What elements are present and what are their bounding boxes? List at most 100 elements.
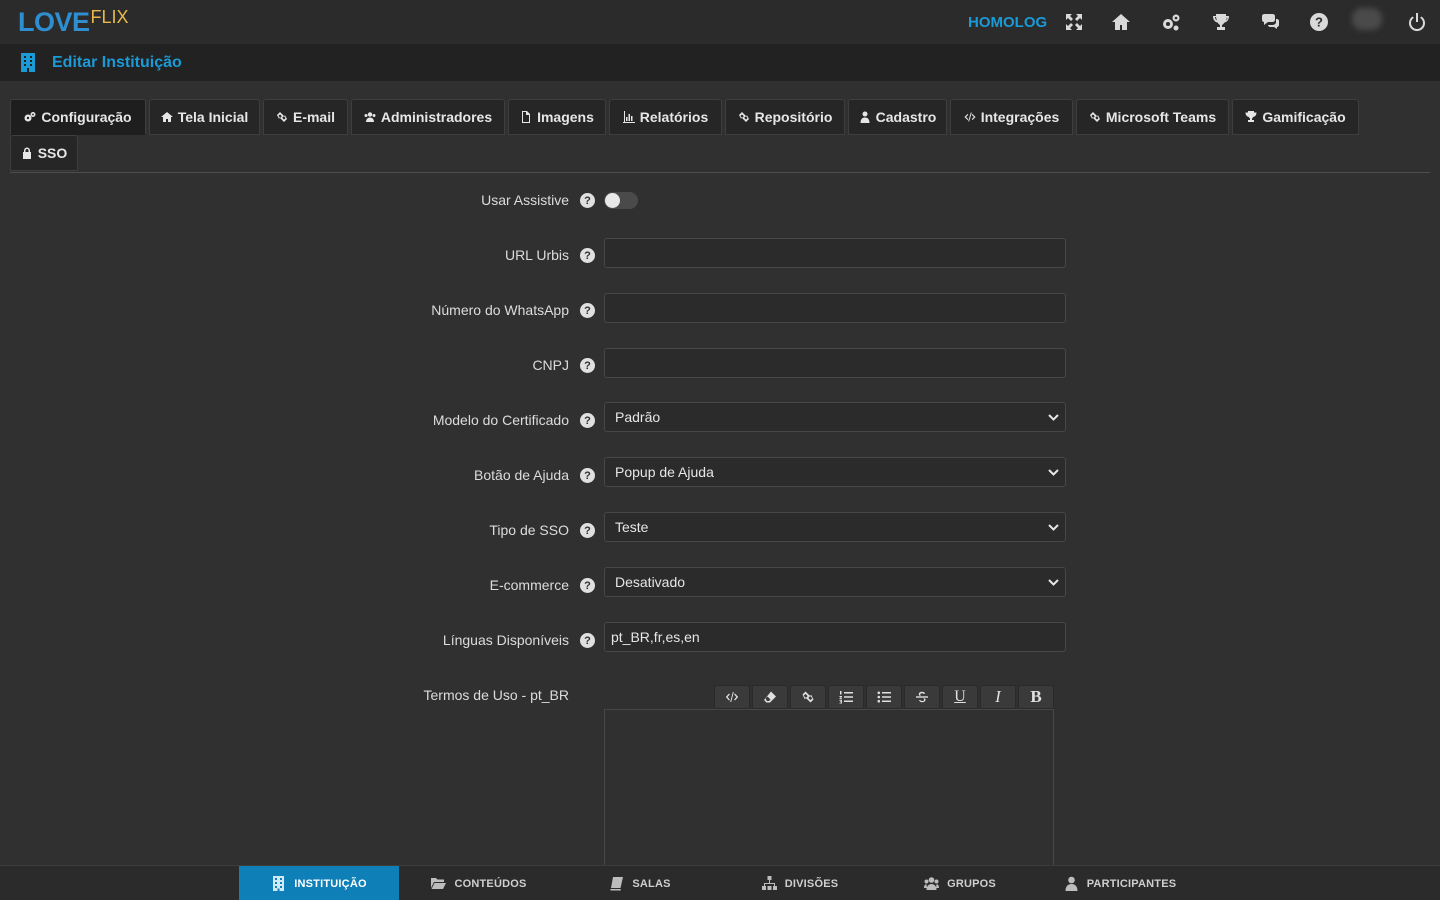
cnpj-label: CNPJ <box>532 357 569 373</box>
strikethrough-icon <box>916 691 928 703</box>
book-icon <box>610 877 624 891</box>
tab-tela-inicial[interactable]: Tela Inicial <box>149 99 260 135</box>
underline-icon: U <box>954 688 966 705</box>
code-icon <box>725 692 739 702</box>
nav-participantes[interactable]: PARTICIPANTES <box>1040 866 1200 900</box>
user-icon <box>860 111 870 123</box>
help-icon[interactable]: ? <box>580 303 595 318</box>
tab-relatorios[interactable]: Relatórios <box>609 99 722 135</box>
tab-label: Gamificação <box>1262 109 1346 125</box>
whatsapp-input[interactable] <box>604 293 1066 323</box>
nav-instituicao[interactable]: INSTITUIÇÃO <box>239 866 399 900</box>
code-icon <box>964 112 976 122</box>
logo-love: LOVE <box>18 7 90 37</box>
nav-salas[interactable]: SALAS <box>560 866 720 900</box>
trophy-icon[interactable] <box>1209 10 1233 34</box>
tab-label: Microsoft Teams <box>1105 109 1217 125</box>
usar-assistive-toggle[interactable] <box>604 192 638 209</box>
page-title: Editar Instituição <box>52 54 182 71</box>
tab-microsoft-teams[interactable]: Microsoft Teams <box>1076 99 1229 135</box>
help-icon[interactable]: ? <box>580 633 595 648</box>
nav-label: DIVISÕES <box>784 877 839 890</box>
sitemap-icon <box>761 876 777 890</box>
nav-label: GRUPOS <box>947 877 996 890</box>
modelo-certificado-select[interactable]: Padrão <box>604 402 1066 432</box>
ordered-list-icon <box>839 691 853 704</box>
chevron-down-icon <box>1048 469 1059 476</box>
link-button[interactable] <box>790 685 826 709</box>
tab-sso[interactable]: SSO <box>10 135 78 171</box>
nav-divisoes[interactable]: DIVISÕES <box>720 866 880 900</box>
home-icon[interactable] <box>1109 10 1133 34</box>
nav-conteudos[interactable]: CONTEÚDOS <box>399 866 559 900</box>
title-bar: Editar Instituição <box>0 44 1440 81</box>
help-icon[interactable]: ? <box>580 578 595 593</box>
botao-ajuda-select[interactable]: Popup de Ajuda <box>604 457 1066 487</box>
tab-label: Integrações <box>980 109 1060 125</box>
select-value: Teste <box>615 519 649 535</box>
chevron-down-icon <box>1048 524 1059 531</box>
strikethrough-button[interactable] <box>904 685 940 709</box>
nav-label: PARTICIPANTES <box>1086 877 1177 890</box>
folder-icon <box>431 878 447 889</box>
tab-gamificacao[interactable]: Gamificação <box>1232 99 1359 135</box>
ecommerce-select[interactable]: Desativado <box>604 567 1066 597</box>
top-bar: LOVE FLIX HOMOLOG ? <box>0 0 1440 44</box>
toggle-knob <box>605 193 620 208</box>
tab-configuracao[interactable]: Configuração <box>10 99 146 135</box>
tab-label: Tela Inicial <box>177 109 249 125</box>
chevron-down-icon <box>1048 579 1059 586</box>
avatar[interactable] <box>1352 8 1382 30</box>
italic-button[interactable]: I <box>980 685 1016 709</box>
users-icon <box>924 877 940 890</box>
lock-icon <box>22 147 31 159</box>
help-icon[interactable]: ? <box>580 193 595 208</box>
bottom-nav: INSTITUIÇÃO CONTEÚDOS SALAS DIVISÕES GRU… <box>0 865 1440 900</box>
underline-button[interactable]: U <box>942 685 978 709</box>
help-icon[interactable]: ? <box>580 413 595 428</box>
logo[interactable]: LOVE FLIX <box>18 6 129 38</box>
tab-label: E-mail <box>292 109 335 125</box>
tipo-sso-select[interactable]: Teste <box>604 512 1066 542</box>
building-icon <box>21 53 35 72</box>
url-urbis-label: URL Urbis <box>504 247 569 263</box>
code-view-button[interactable] <box>714 685 750 709</box>
cnpj-input[interactable] <box>604 348 1066 378</box>
linguas-input[interactable] <box>604 622 1066 652</box>
unordered-list-button[interactable] <box>866 685 902 709</box>
help-icon[interactable]: ? <box>1307 10 1331 34</box>
url-urbis-input[interactable] <box>604 238 1066 268</box>
tab-email[interactable]: E-mail <box>263 99 348 135</box>
usar-assistive-label: Usar Assistive <box>481 192 569 208</box>
chat-icon[interactable] <box>1258 10 1282 34</box>
termos-uso-editor[interactable] <box>604 709 1054 869</box>
tab-cadastro[interactable]: Cadastro <box>848 99 947 135</box>
link-icon <box>276 112 287 122</box>
bold-button[interactable]: B <box>1018 685 1054 709</box>
help-icon[interactable]: ? <box>580 468 595 483</box>
bold-icon: B <box>1030 687 1042 706</box>
ordered-list-button[interactable] <box>828 685 864 709</box>
help-icon[interactable]: ? <box>580 358 595 373</box>
help-icon[interactable]: ? <box>580 523 595 538</box>
chevron-down-icon <box>1048 414 1059 421</box>
nav-label: CONTEÚDOS <box>454 877 527 890</box>
building-icon <box>273 876 285 891</box>
power-icon[interactable] <box>1405 10 1429 34</box>
editor-toolbar: U I B <box>714 685 1054 710</box>
tab-label: Configuração <box>41 109 132 125</box>
tab-administradores[interactable]: Administradores <box>351 99 505 135</box>
eraser-button[interactable] <box>752 685 788 709</box>
tab-label: SSO <box>37 145 68 161</box>
tab-repositorio[interactable]: Repositório <box>725 99 845 135</box>
help-icon[interactable]: ? <box>580 248 595 263</box>
tab-integracoes[interactable]: Integrações <box>950 99 1073 135</box>
whatsapp-label: Número do WhatsApp <box>431 302 569 318</box>
settings-icon[interactable] <box>1159 10 1183 34</box>
nav-grupos[interactable]: GRUPOS <box>880 866 1040 900</box>
fullscreen-icon[interactable] <box>1062 10 1086 34</box>
linguas-label: Línguas Disponíveis <box>442 632 569 648</box>
tab-imagens[interactable]: Imagens <box>508 99 606 135</box>
tab-bar: Configuração Tela Inicial E-mail Adminis… <box>10 99 1430 173</box>
termos-uso-label: Termos de Uso - pt_BR <box>423 687 570 703</box>
